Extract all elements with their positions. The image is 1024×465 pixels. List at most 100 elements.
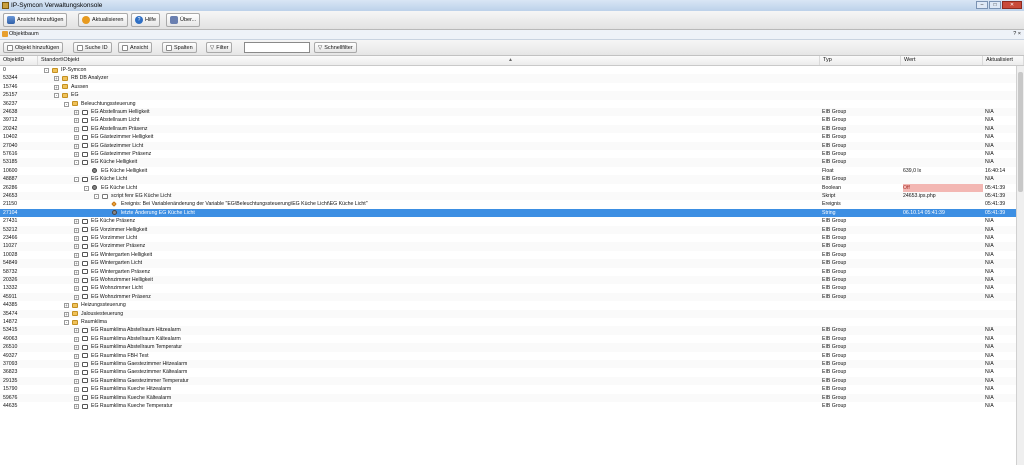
add-object-button[interactable]: Objekt hinzufügen	[3, 42, 64, 53]
table-row[interactable]: 24653 - script fenr EG Küche Licht Skript 24…	[0, 192, 1024, 201]
collapse-toggle-icon[interactable]: -	[84, 185, 89, 191]
expand-toggle-icon[interactable]: +	[74, 395, 79, 401]
expand-toggle-icon[interactable]: +	[74, 152, 79, 157]
help-button[interactable]: ? Hilfe	[131, 13, 161, 27]
expand-toggle-icon[interactable]: +	[74, 278, 79, 283]
table-row[interactable]: 44385 + Heizungssteuerung	[0, 301, 1024, 309]
collapse-toggle-icon[interactable]: -	[44, 68, 49, 73]
expand-toggle-icon[interactable]: +	[74, 294, 79, 300]
table-row[interactable]: 10600 EG Küche Helligkeit Float 639,0 lx 16:…	[0, 167, 1024, 175]
table-row[interactable]: 26510 + EG Raumklima Abstellraum Temperatu…	[0, 343, 1024, 352]
panel-controls[interactable]: ? ×	[1013, 30, 1021, 39]
expand-toggle-icon[interactable]: +	[74, 362, 79, 367]
objecttree-panel-tab[interactable]: Objektbaum ? ×	[0, 30, 1024, 40]
table-row[interactable]: 35474 + Jalousiesteuerung	[0, 309, 1024, 318]
table-row[interactable]: 23466 + EG Vorzimmer Licht EIB Group N/A	[0, 234, 1024, 242]
expand-toggle-icon[interactable]: +	[64, 311, 69, 317]
columns-button[interactable]: Spalten	[162, 42, 197, 53]
table-row[interactable]: 10028 + EG Wintergarten Helligkeit EIB Grou…	[0, 251, 1024, 259]
search-id-button[interactable]: Suche ID	[73, 42, 112, 53]
close-button[interactable]: ✕	[1002, 1, 1022, 9]
collapse-toggle-icon[interactable]: -	[64, 320, 69, 325]
expand-toggle-icon[interactable]: +	[74, 252, 79, 258]
table-row[interactable]: 36823 + EG Raumklima Gaestezimmer Kälteala…	[0, 368, 1024, 376]
header-type[interactable]: Typ	[820, 56, 901, 65]
expand-toggle-icon[interactable]: +	[74, 227, 79, 233]
table-row[interactable]: 36237 - Beleuchtungssteuerung	[0, 100, 1024, 108]
table-row[interactable]: 45911 + EG Wohnzimmer Präsenz EIB Group N/A	[0, 292, 1024, 302]
header-objectid[interactable]: ObjektID	[0, 56, 38, 65]
filter-search-input[interactable]	[244, 42, 310, 53]
refresh-button[interactable]: Aktualisieren	[78, 13, 128, 27]
table-row[interactable]: 49063 + EG Raumklima Abstellraum Kältealar…	[0, 335, 1024, 343]
expand-toggle-icon[interactable]: +	[74, 404, 79, 409]
table-row[interactable]: 21150 Ereignis: Bei Variablenänderung der…	[0, 200, 1024, 208]
table-row[interactable]: 53415 + EG Raumklima Abstellraum Hitzealar…	[0, 326, 1024, 335]
table-row-selected[interactable]: 27104 letzte Änderung EG Küche Licht Strin…	[0, 208, 1024, 218]
table-row[interactable]: 48887- EG Küche Licht EIB Group N/A	[0, 175, 1024, 184]
add-view-button[interactable]: Ansicht hinzufügen	[3, 13, 68, 27]
quickfilter-button[interactable]: ▽ Schnellfilter	[314, 42, 357, 53]
expand-toggle-icon[interactable]: +	[74, 118, 79, 124]
table-row[interactable]: 49327 + EG Raumklima FBH Test EIB Group N/A	[0, 352, 1024, 360]
expand-toggle-icon[interactable]: +	[64, 303, 69, 309]
expand-toggle-icon[interactable]: +	[74, 236, 79, 241]
table-row[interactable]: 53344 + RB DB Analyzer	[0, 74, 1024, 83]
table-row[interactable]: 58732 + EG Wintergarten Präsenz EIB Group N/…	[0, 268, 1024, 276]
expand-toggle-icon[interactable]: +	[74, 345, 79, 351]
expand-toggle-icon[interactable]: +	[74, 336, 79, 342]
table-row[interactable]: 15790 + EG Raumklima Kueche Hitzealarm EIB …	[0, 385, 1024, 393]
table-row[interactable]: 10402 + EG Gästezimmer Helligkeit EIB Group…	[0, 133, 1024, 141]
table-row[interactable]: 26286- EG Küche Licht Boolean Off 05:41:39	[0, 183, 1024, 192]
table-row[interactable]: 14872 - Raumklima	[0, 318, 1024, 326]
expand-toggle-icon[interactable]: +	[74, 286, 79, 292]
collapse-toggle-icon[interactable]: -	[74, 177, 79, 183]
table-row[interactable]: 15746 + Aussen	[0, 83, 1024, 91]
maximize-button[interactable]: □	[989, 1, 1001, 9]
about-button[interactable]: Über...	[166, 13, 201, 27]
collapse-toggle-icon[interactable]: -	[54, 93, 59, 99]
table-row[interactable]: 11027 + EG Vorzimmer Präsenz EIB Group N/A	[0, 242, 1024, 251]
minimize-button[interactable]: –	[976, 1, 988, 9]
table-row[interactable]: 20242 + EG Abstellraum Präsenz EIB Group N/A	[0, 124, 1024, 134]
table-row[interactable]: 0 - IP-Symcon	[0, 66, 1024, 74]
expand-toggle-icon[interactable]: +	[74, 378, 79, 384]
expand-toggle-icon[interactable]: +	[54, 76, 59, 82]
expand-toggle-icon[interactable]: +	[74, 353, 79, 359]
table-row[interactable]: 53212 + EG Vorzimmer Helligkeit EIB Group N/…	[0, 225, 1024, 234]
expand-toggle-icon[interactable]: +	[74, 328, 79, 334]
expand-toggle-icon[interactable]: +	[74, 135, 79, 141]
expand-toggle-icon[interactable]: +	[74, 110, 79, 115]
table-row[interactable]: 57616 + EG Gästezimmer Präsenz EIB Group N/A	[0, 150, 1024, 158]
table-row[interactable]: 39712 + EG Abstellraum Licht EIB Group N/A	[0, 116, 1024, 124]
expand-toggle-icon[interactable]: +	[54, 84, 59, 90]
collapse-toggle-icon[interactable]: -	[74, 160, 79, 166]
collapse-toggle-icon[interactable]: -	[94, 194, 99, 199]
table-row[interactable]: 53185- EG Küche Helligkeit EIB Group N/A	[0, 158, 1024, 167]
expand-toggle-icon[interactable]: +	[74, 370, 79, 376]
expand-toggle-icon[interactable]: +	[74, 126, 79, 132]
table-row[interactable]: 37093 + EG Raumklima Gaestezimmer Hitzeala…	[0, 360, 1024, 369]
view-button[interactable]: Ansicht	[118, 42, 153, 53]
scrollbar-thumb[interactable]	[1018, 72, 1023, 192]
table-row[interactable]: 54849 + EG Wintergarten Licht EIB Group N/A	[0, 259, 1024, 268]
expand-toggle-icon[interactable]: +	[74, 269, 79, 275]
expand-toggle-icon[interactable]: +	[74, 219, 79, 225]
table-row[interactable]: 20326 + EG Wohnzimmer Helligkeit EIB Group N…	[0, 276, 1024, 285]
table-row[interactable]: 59676 + EG Raumklima Kueche Kältealarm EIB …	[0, 393, 1024, 402]
table-row[interactable]: 13332 + EG Wohnzimmer Licht EIB Group N/A	[0, 284, 1024, 292]
table-row[interactable]: 44635 + EG Raumklima Kueche Temperatur EIB …	[0, 402, 1024, 410]
table-row[interactable]: 27040 + EG Gästezimmer Licht EIB Group N/A	[0, 141, 1024, 150]
header-value[interactable]: Wert	[901, 56, 983, 65]
header-location[interactable]: Standort\Objekt	[38, 56, 820, 65]
table-row[interactable]: 27431 + EG Küche Präsenz EIB Group N/A	[0, 217, 1024, 225]
table-row[interactable]: 24638 + EG Abstellraum Helligkeit EIB Group…	[0, 108, 1024, 117]
filter-button[interactable]: ▽ Filter	[206, 42, 233, 53]
expand-toggle-icon[interactable]: +	[74, 387, 79, 393]
expand-toggle-icon[interactable]: +	[74, 143, 79, 149]
table-row[interactable]: 29135 + EG Raumklima Gaestezimmer Temperat…	[0, 376, 1024, 386]
expand-toggle-icon[interactable]: +	[74, 244, 79, 250]
collapse-toggle-icon[interactable]: -	[64, 101, 69, 107]
expand-toggle-icon[interactable]: +	[74, 261, 79, 267]
vertical-scrollbar[interactable]	[1016, 66, 1024, 465]
